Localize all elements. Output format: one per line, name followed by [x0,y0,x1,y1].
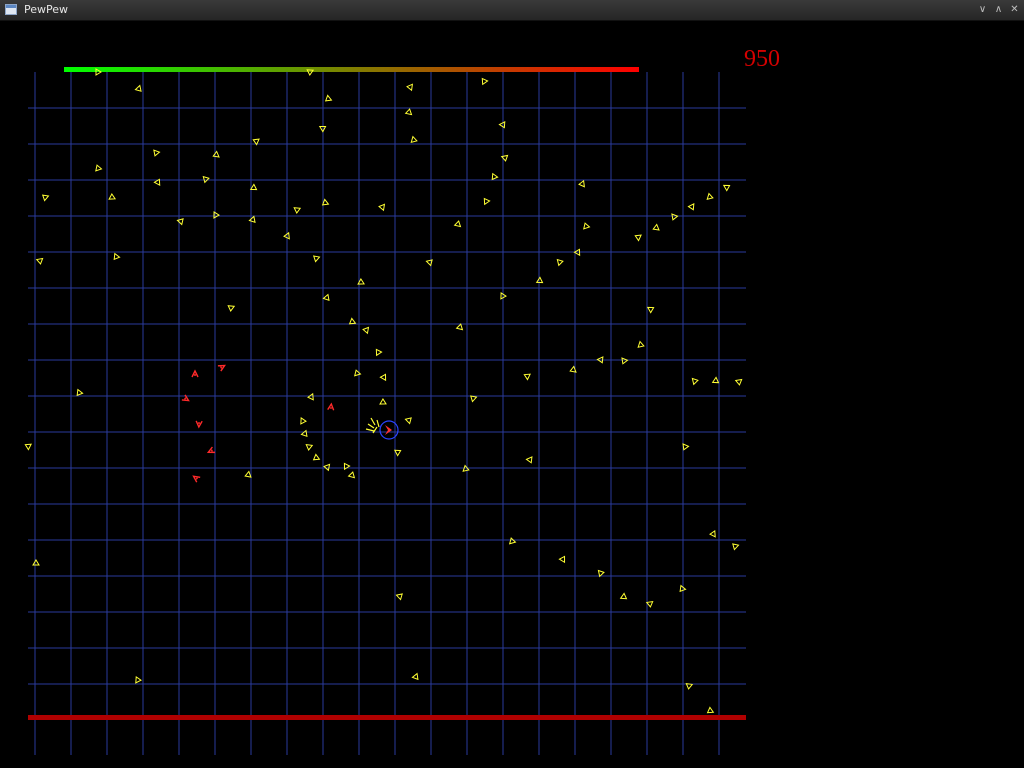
enemy-fighter-icon [652,223,660,231]
enemy-fighter-icon [682,443,690,451]
enemy-fighter-icon [134,84,142,92]
enemy-fighter-icon [307,392,314,401]
enemy-fighter-icon [523,373,531,381]
enemy-fighter-icon [404,108,413,116]
enemy-fighter-icon [621,357,629,365]
explosion-sparks [365,417,380,434]
enemy-fighter-icon [212,150,220,158]
enemy-fighter-icon [395,593,403,601]
enemy-fighter-icon [535,276,544,284]
enemy-fighter-icon [322,293,330,301]
enemy-fighter-icon [687,203,695,211]
enemy-fighter-icon [202,175,210,184]
enemy-fighter-icon [685,682,694,690]
enemy-fighter-icon [410,135,418,144]
enemy-fighter-icon [252,138,260,146]
enemy-fighter-icon [732,543,740,551]
enemy-fighter-icon [556,258,564,267]
enemy-fighter-icon [453,220,462,228]
enemy-fighter-icon [558,555,566,564]
enemy-fighter-icon [462,464,470,472]
player-ship [365,417,399,440]
score-display: 950 [744,46,780,72]
enemy-fighter-icon [619,592,628,600]
enemy-fighter-icon [113,252,121,261]
arena-grid [28,72,746,755]
red-enemy-icon [206,446,216,454]
enemy-fighter-icon [404,417,412,425]
enemy-fighter-icon [722,184,731,192]
red-enemy-icon [195,420,203,429]
enemy-fighter-icon [313,255,321,263]
enemy-fighter-icon [734,378,743,386]
game-canvas[interactable] [0,21,1024,768]
enemy-fighter-icon [671,213,679,221]
enemy-fighter-icon [679,584,687,593]
window-title: PewPew [24,3,69,16]
enemy-fighter-icon [305,444,314,451]
enemy-fighter-icon [153,178,161,187]
enemy-fighter-icon [378,203,386,212]
red-enemy-icon [191,369,199,378]
enemy-fighter-icon [637,340,645,348]
minimize-icon[interactable]: ∨ [975,2,990,17]
enemy-fighter-icon [481,77,489,86]
enemy-fighter-icon [406,83,414,92]
enemy-fighter-icon [375,348,383,357]
enemy-fighter-icon [347,471,356,479]
enemy-fighter-icon [153,149,161,157]
enemy-fighter-icon [108,193,117,200]
enemy-fighter-icon [634,234,642,242]
enemy-fighter-icon [706,706,715,714]
enemy-fighter-icon [470,395,478,403]
enemy-fighter-icon [32,559,40,566]
enemy-fighter-icon [323,463,331,472]
red-enemy-icon [192,475,201,483]
enemy-fighter-icon [393,449,402,457]
enemy-fighter-icon [249,183,258,191]
enemy-fighter-icon [691,377,699,386]
player-ship-icon [385,425,392,435]
enemy-fighter-icon [41,194,50,202]
health-bar [64,67,639,72]
enemy-fighter-icon [583,222,591,230]
window-titlebar[interactable]: PewPew ∨ ∧ ✕ [0,0,1024,21]
enemy-fighter-icon [348,317,357,325]
enemy-fighter-icon [362,326,370,335]
red-enemy-group [181,364,335,483]
enemy-fighter-icon [379,373,387,382]
enemy-fighter-icon [508,537,517,545]
enemy-fighter-icon [578,179,585,188]
enemy-fighter-icon [227,305,236,312]
enemy-fighter-icon [300,416,307,425]
enemy-fighter-icon [597,569,605,578]
enemy-fighter-icon [321,198,330,206]
enemy-fighter-icon [35,257,44,265]
app-window-icon [5,4,17,15]
maximize-icon[interactable]: ∧ [991,2,1006,17]
enemy-fighter-icon [411,672,419,681]
enemy-fighter-icon [706,192,714,200]
enemy-fighter-icon [483,197,491,206]
enemy-fighter-icon [645,600,654,608]
red-enemy-icon [217,364,226,372]
shield-bar [28,715,746,720]
enemy-fighter-icon [244,470,252,478]
enemy-fighter-icon [646,306,655,314]
close-icon[interactable]: ✕ [1007,2,1022,17]
enemy-fighter-icon [135,675,142,684]
enemy-swarm [24,68,743,714]
enemy-fighter-icon [379,398,387,405]
enemy-fighter-icon [24,443,32,451]
enemy-fighter-icon [293,207,302,214]
enemy-fighter-icon [709,529,716,538]
enemy-fighter-icon [312,453,321,461]
enemy-fighter-icon [95,164,103,172]
enemy-fighter-icon [324,94,333,102]
enemy-fighter-icon [425,259,433,267]
red-enemy-icon [327,402,335,411]
enemy-fighter-icon [525,456,533,464]
